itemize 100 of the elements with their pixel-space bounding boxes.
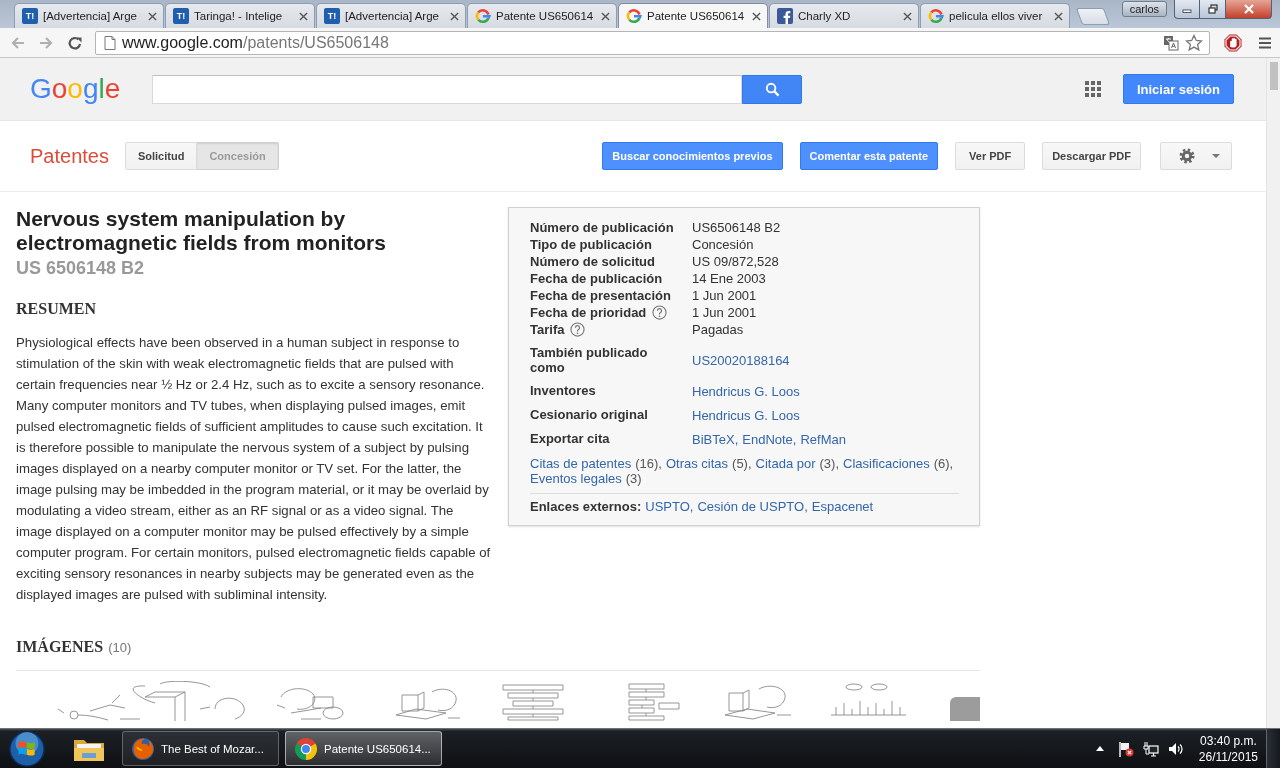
info-value: US 09/872,528 [692, 254, 779, 269]
section-link[interactable]: Citada por [755, 456, 816, 471]
maximize-button[interactable] [1200, 0, 1226, 19]
minimize-button[interactable] [1174, 0, 1200, 19]
profile-button[interactable]: carlos [1121, 1, 1167, 17]
close-icon[interactable] [299, 11, 308, 21]
close-icon[interactable] [148, 11, 157, 21]
info-value: Concesión [692, 237, 754, 252]
browser-tab[interactable]: Charly XD [769, 3, 919, 28]
abstract-text: Physiological effects have been observed in a human subject in response to stimulation of the skin with weak electromagnetic fields that are pulsed with certain frequencies near ½ Hz or 2.4 Hz, such as to excite a sensory resonance. Many computer monitors and TV tubes, when displaying pulsed images, emit pulsed electromagnetic fields of sufficient amplitudes to cause such excitation. It is therefore possible to manipulate the nervous system of a subject by pulsing images displayed on a nearby computer monitor or TV set. For the latter, the image pulsing may be imbedded in the program material, or it may be overlaid by modulating a video stream, either as an RF signal or as a video signal. The image displayed on a computer monitor may be pulsed effectively by a simple computer program. For certain monitors, pulsed electromagnetic fields capable of exciting sensory resonances in nearby subjects may be generated even as the displayed images are pulsed with subliminal intensity. [16, 334, 492, 604]
site-logo: T! [324, 8, 340, 24]
info-value: Pagadas [692, 322, 744, 337]
section-heading: RESUMEN [16, 300, 96, 317]
info-link[interactable]: US20020188164 [692, 352, 790, 368]
search-field[interactable] [152, 74, 743, 104]
link-count: (6), [933, 456, 954, 471]
page-icon [104, 35, 116, 50]
scrollbar-thumb[interactable] [1270, 62, 1278, 90]
link-count: (5), [732, 456, 752, 471]
link-count: (3) [625, 471, 642, 486]
close-icon[interactable] [752, 11, 761, 21]
show-desktop-button[interactable] [1266, 729, 1280, 768]
settings-button[interactable] [1160, 142, 1232, 170]
section-link[interactable]: Citas de patentes [530, 456, 632, 471]
start-button[interactable] [8, 729, 46, 768]
address-field[interactable]: www.google.com/patents/US6506148 [95, 30, 1210, 55]
external-link[interactable]: USPTO, [645, 499, 694, 514]
info-label: Número de publicación [530, 219, 674, 236]
image-count: (10) [108, 639, 132, 657]
section-link[interactable]: Clasificaciones [843, 456, 930, 471]
search-button[interactable] [742, 74, 803, 104]
close-button[interactable] [1226, 0, 1272, 19]
triangle-up-icon[interactable] [1095, 746, 1104, 751]
site-logo: T! [22, 8, 38, 24]
info-value: 1 Jun 2001 [692, 288, 757, 303]
info-link[interactable]: BiBTeX, [692, 431, 739, 447]
info-label: Fecha de publicación [530, 270, 663, 287]
info-label: También publicado como [530, 345, 648, 375]
translate-icon[interactable] [1163, 34, 1179, 51]
browser-tab[interactable]: T! [Advertencia] Arge [316, 3, 466, 28]
info-link[interactable]: EndNote, [742, 431, 797, 447]
section-link[interactable]: Otras citas [665, 456, 729, 471]
favicon-icon [475, 8, 491, 24]
info-link[interactable]: Hendricus G. Loos [692, 407, 800, 423]
external-links-label: Enlaces externos: [530, 499, 642, 514]
info-label: Tarifa [530, 321, 565, 338]
section-title[interactable]: Patentes [30, 144, 109, 168]
favicon-icon [928, 8, 944, 24]
network-icon[interactable] [1142, 740, 1159, 757]
reload-icon[interactable] [67, 34, 83, 51]
browser-tab[interactable]: T! Taringa! - Intelige [165, 3, 315, 28]
help-icon[interactable] [570, 322, 586, 337]
close-icon[interactable] [1054, 11, 1063, 21]
browser-icon [131, 736, 155, 761]
browser-tab[interactable]: pelicula ellos viver [920, 3, 1070, 28]
info-label: Inventores [530, 383, 596, 398]
caret-icon [1212, 154, 1220, 158]
patent-title: Nervous system manipulation by electromagnetic fields from monitors [16, 207, 387, 255]
action-button[interactable]: Descargar PDF [1042, 142, 1141, 170]
info-link[interactable]: RefMan [800, 431, 846, 447]
restore-icon [1207, 4, 1218, 14]
browser-tab[interactable]: T! [Advertencia] Arge [14, 3, 164, 28]
external-link[interactable]: Espacenet [811, 499, 874, 514]
info-link[interactable]: Hendricus G. Loos [692, 383, 800, 399]
link-count: (16), [635, 456, 662, 471]
action-button[interactable]: Buscar conocimientos previos [602, 142, 783, 170]
favicon-icon [777, 8, 793, 24]
gear-icon [1178, 147, 1196, 165]
action-button[interactable]: Ver PDF [955, 142, 1026, 170]
view-tab[interactable]: Solicitud [124, 142, 198, 170]
clock-time[interactable]: 03:40 p.m. [1200, 732, 1257, 749]
close-icon[interactable] [450, 11, 459, 21]
close-icon[interactable] [601, 11, 610, 21]
info-label: Cesionario original [530, 407, 648, 422]
browser-tab[interactable]: Patente US650614 [618, 3, 768, 28]
browser-icon [294, 736, 318, 761]
close-icon[interactable] [903, 11, 912, 21]
info-value: US6506148 B2 [692, 220, 781, 235]
taskbar-button[interactable]: Patente US650614... [285, 731, 442, 766]
patent-number: US 6506148 B2 [16, 258, 145, 278]
site-logo[interactable]: Google [30, 73, 121, 105]
favicon-icon [626, 8, 642, 24]
flag-icon[interactable] [1117, 740, 1134, 757]
stop-sign-icon[interactable] [1224, 33, 1242, 52]
star-icon[interactable] [1185, 33, 1203, 52]
menu-icon[interactable] [1257, 34, 1273, 51]
help-icon[interactable] [652, 305, 668, 320]
clock-date[interactable]: 26/11/2015 [1198, 748, 1258, 765]
link-count: (3), [819, 456, 840, 471]
action-button[interactable]: Comentar esta patente [799, 142, 939, 170]
sign-in-button[interactable]: Iniciar sesión [1122, 74, 1234, 104]
info-label: Tipo de publicación [530, 236, 652, 253]
info-label: Número de solicitud [530, 253, 655, 270]
browser-tab[interactable]: Patente US650614 [467, 3, 617, 28]
info-label: Fecha de prioridad [530, 304, 647, 321]
apps-grid-icon[interactable] [1084, 81, 1101, 97]
taskbar-button[interactable]: The Best of Mozar... [122, 731, 279, 766]
info-value: 1 Jun 2001 [692, 305, 757, 320]
section-link[interactable]: Eventos legales [530, 471, 622, 486]
external-link[interactable]: Cesión de USPTO, [697, 499, 808, 514]
